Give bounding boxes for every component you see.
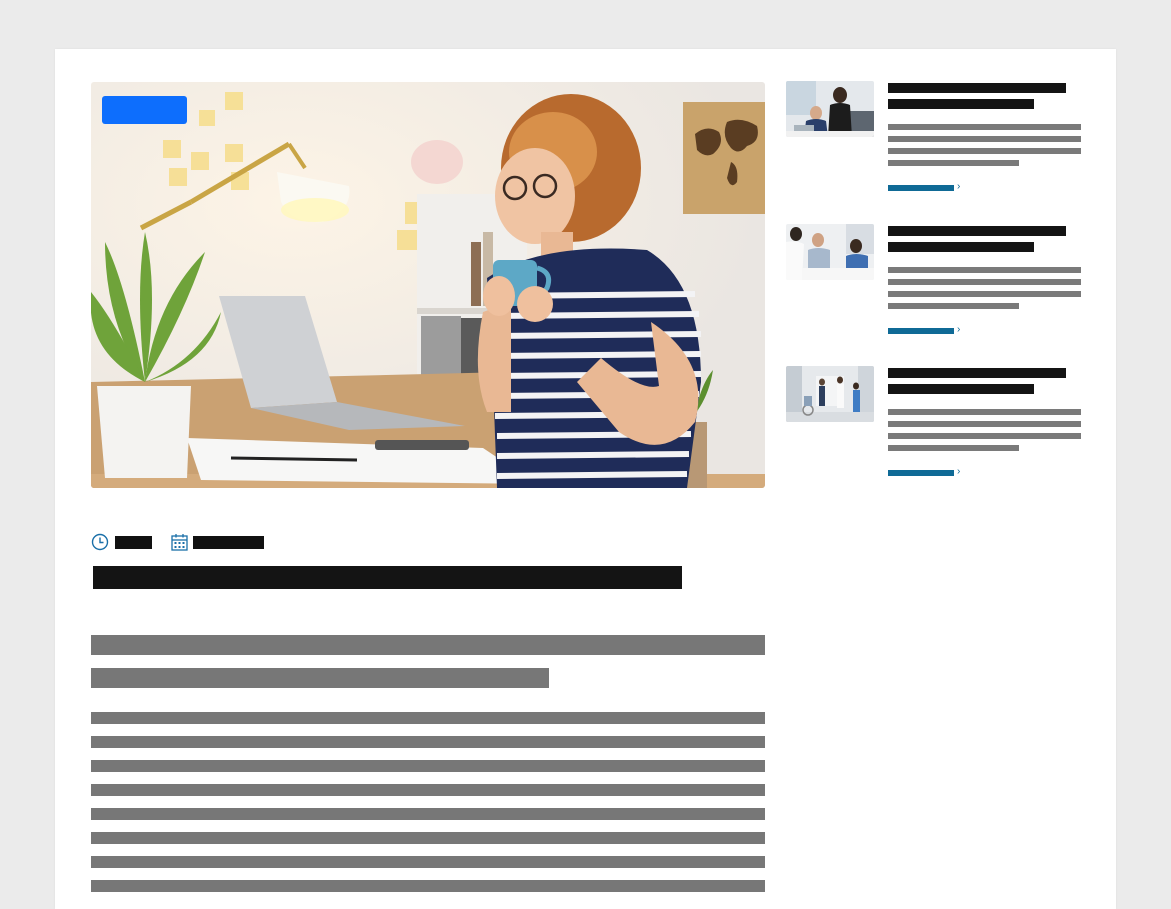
excerpt-line	[888, 124, 1081, 130]
lead-line	[91, 668, 549, 688]
chevron-right-icon: ›	[957, 324, 961, 335]
calendar-icon	[171, 533, 188, 556]
body-line	[91, 808, 765, 820]
excerpt-line	[888, 409, 1081, 415]
title-line	[888, 368, 1066, 378]
article-meta	[91, 533, 291, 551]
hospital-corridor-photo	[786, 366, 874, 422]
related-thumbnail[interactable]	[786, 81, 874, 137]
read-more-label	[888, 185, 954, 191]
hero-image[interactable]	[91, 82, 765, 488]
excerpt-line	[888, 279, 1081, 285]
title-line	[888, 99, 1034, 109]
title-line	[888, 242, 1034, 252]
publish-date	[193, 536, 264, 549]
title-line	[888, 83, 1066, 93]
chevron-right-icon: ›	[957, 181, 961, 192]
body-line	[91, 736, 765, 748]
body-line	[91, 832, 765, 844]
excerpt-line	[888, 136, 1081, 142]
office-meeting-photo	[786, 81, 874, 137]
clock-icon	[91, 533, 109, 556]
article-title	[93, 566, 682, 589]
excerpt-line	[888, 445, 1019, 451]
body-line	[91, 760, 765, 772]
related-article: ›	[786, 81, 1086, 201]
excerpt-line	[888, 148, 1081, 154]
read-more-link[interactable]: ›	[888, 324, 968, 336]
related-article: ›	[786, 224, 1086, 344]
related-thumbnail[interactable]	[786, 366, 874, 422]
read-more-label	[888, 328, 954, 334]
read-time	[115, 536, 152, 549]
read-more-label	[888, 470, 954, 476]
title-line	[888, 226, 1066, 236]
excerpt-line	[888, 433, 1081, 439]
title-line	[888, 384, 1034, 394]
body-line	[91, 856, 765, 868]
hero-photo	[91, 82, 765, 488]
body-line	[91, 880, 765, 892]
category-badge[interactable]	[102, 96, 187, 124]
body-line	[91, 712, 765, 724]
read-more-link[interactable]: ›	[888, 466, 968, 478]
article-card: › › ›	[55, 49, 1116, 909]
excerpt-line	[888, 421, 1081, 427]
lead-line	[91, 635, 765, 655]
excerpt-line	[888, 303, 1019, 309]
article-lead-text	[55, 49, 56, 50]
read-more-link[interactable]: ›	[888, 181, 968, 193]
excerpt-line	[888, 291, 1081, 297]
chevron-right-icon: ›	[957, 466, 961, 477]
body-line	[91, 784, 765, 796]
clinic-consultation-photo	[786, 224, 874, 280]
article-body-text	[55, 49, 56, 50]
related-thumbnail[interactable]	[786, 224, 874, 280]
related-article: ›	[786, 366, 1086, 486]
excerpt-line	[888, 267, 1081, 273]
excerpt-line	[888, 160, 1019, 166]
